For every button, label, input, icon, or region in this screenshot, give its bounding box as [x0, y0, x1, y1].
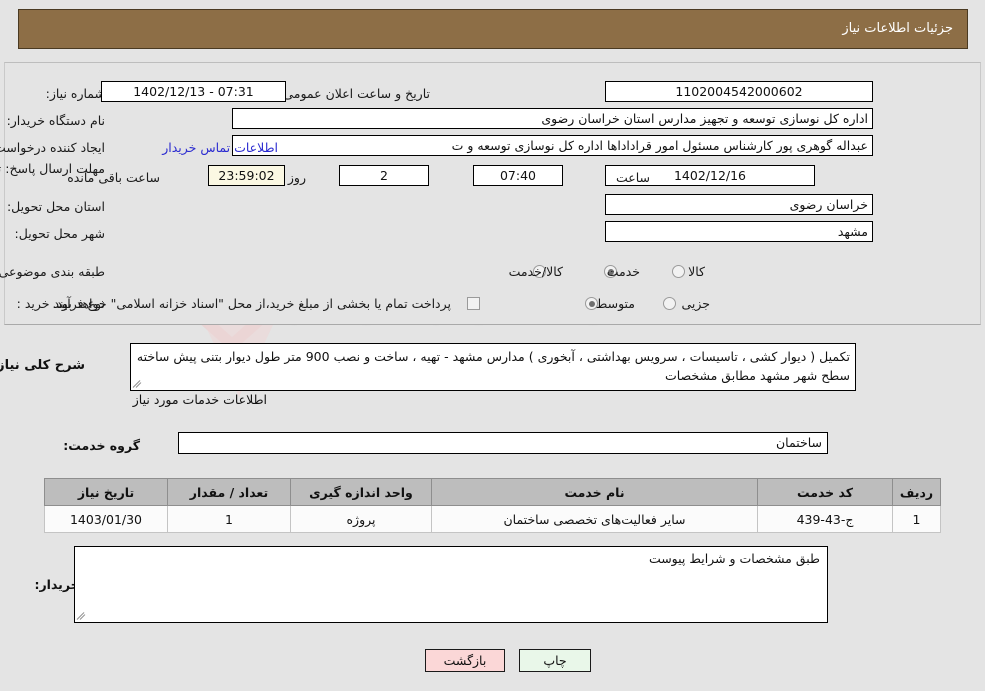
cell-code: ج-43-439: [757, 505, 893, 533]
delivery-province-value: خراسان رضوی: [605, 194, 873, 215]
service-group-value: ساختمان: [178, 432, 828, 454]
request-creator-value: عبداله گوهری پور کارشناس مسئول امور قراد…: [232, 135, 873, 156]
request-creator-label: ایجاد کننده درخواست:: [0, 140, 105, 155]
table-row: 1 ج-43-439 سایر فعالیت‌های تخصصی ساختمان…: [44, 505, 941, 533]
process-radio-minor-label: جزیی: [681, 296, 710, 311]
header-bar: جزئیات اطلاعات نیاز: [18, 9, 968, 49]
category-label: طبقه بندی موضوعی:: [0, 264, 105, 279]
need-description-value: تکمیل ( دیوار کشی ، تاسیسات ، سرویس بهدا…: [130, 343, 856, 391]
delivery-city-value: مشهد: [605, 221, 873, 242]
cell-unit: پروژه: [290, 505, 432, 533]
announcement-label: تاریخ و ساعت اعلان عمومی:: [279, 86, 430, 101]
category-radio-goods-service-label: کالا/خدمت: [508, 264, 563, 279]
deadline-time-value: 07:40: [473, 165, 563, 186]
cell-index: 1: [892, 505, 941, 533]
hour-label: ساعت: [615, 170, 650, 185]
cell-quantity: 1: [167, 505, 291, 533]
back-button[interactable]: بازگشت: [425, 649, 505, 672]
column-header-quantity: تعداد / مقدار: [167, 478, 291, 506]
services-section-title: اطلاعات خدمات مورد نیاز: [132, 392, 267, 407]
remaining-days-value: 2: [339, 165, 429, 186]
column-header-name: نام خدمت: [431, 478, 758, 506]
need-number-label: شماره نیاز:: [45, 86, 105, 101]
countdown-timer-value: 23:59:02: [208, 165, 285, 186]
delivery-city-label: شهر محل تحویل:: [14, 226, 105, 241]
page-root: AriaTender.net جزئیات اطلاعات نیاز شماره…: [0, 0, 985, 691]
services-table: ردیف کد خدمت نام خدمت واحد اندازه گیری ت…: [44, 478, 941, 533]
need-description-label: شرح کلی نیاز:: [0, 358, 85, 373]
delivery-province-label: استان محل تحویل:: [6, 199, 105, 214]
islamic-treasury-label: پرداخت تمام یا بخشی از مبلغ خرید،از محل …: [52, 296, 451, 311]
column-header-code: کد خدمت: [757, 478, 893, 506]
column-header-index: ردیف: [892, 478, 941, 506]
service-group-label: گروه خدمت:: [63, 438, 140, 453]
buyer-org-value: اداره کل نوسازی توسعه و تجهیز مدارس استا…: [232, 108, 873, 129]
cell-name: سایر فعالیت‌های تخصصی ساختمان: [431, 505, 758, 533]
column-header-unit: واحد اندازه گیری: [290, 478, 432, 506]
print-button[interactable]: چاپ: [519, 649, 591, 672]
notes-resize-handle-icon: [76, 610, 88, 621]
islamic-treasury-checkbox[interactable]: [467, 297, 480, 310]
need-number-value: 1102004542000602: [605, 81, 873, 102]
cell-date: 1403/01/30: [44, 505, 168, 533]
buyer-contact-link[interactable]: اطلاعات تماس خریدار: [162, 140, 278, 155]
page-title: جزئیات اطلاعات نیاز: [842, 21, 953, 36]
resize-handle-icon: [132, 378, 144, 389]
category-radio-service-label: خدمت: [606, 264, 640, 279]
table-header-row: ردیف کد خدمت نام خدمت واحد اندازه گیری ت…: [44, 478, 941, 506]
buyer-org-label: نام دستگاه خریدار:: [6, 113, 105, 128]
buyer-notes-value: طبق مشخصات و شرایط پیوست: [74, 546, 828, 623]
announcement-value: 07:31 - 1402/12/13: [101, 81, 286, 102]
countdown-label: ساعت باقی مانده: [67, 170, 160, 185]
process-radio-medium-label: متوسط: [595, 296, 635, 311]
category-radio-goods-label: کالا: [688, 264, 705, 279]
process-radio-minor[interactable]: [663, 297, 676, 310]
category-radio-goods[interactable]: [672, 265, 685, 278]
column-header-date: تاریخ نیاز: [44, 478, 168, 506]
